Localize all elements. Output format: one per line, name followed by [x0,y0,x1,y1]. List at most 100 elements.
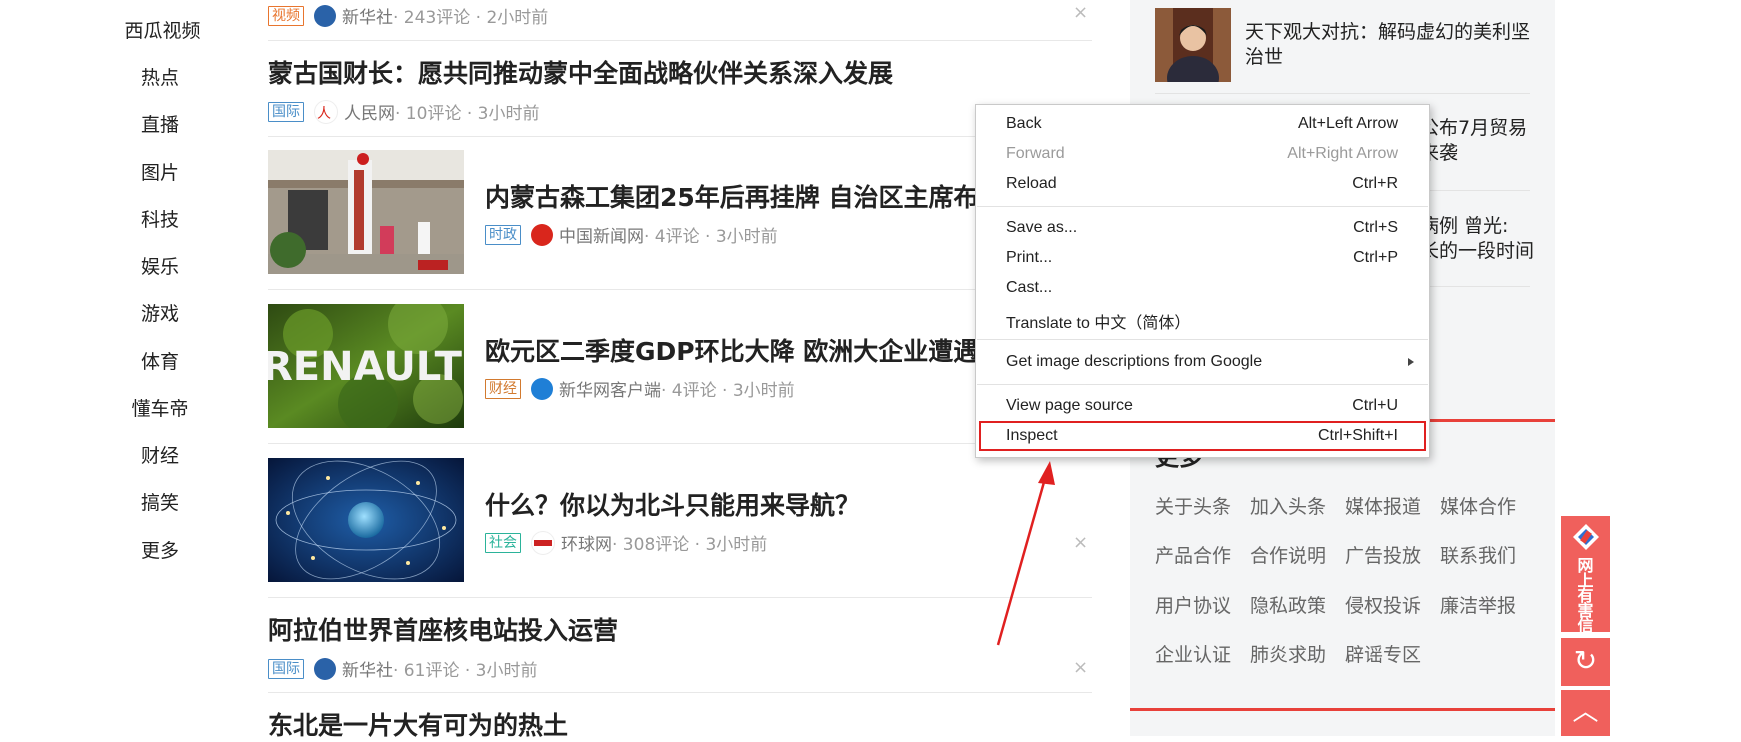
menu-item-view-source[interactable]: View page source Ctrl+U [977,391,1428,421]
article-title[interactable]: 欧元区二季度GDP环比大降 欧洲大企业遭遇 [485,332,978,368]
nav-item-sports[interactable]: 体育 [105,347,215,374]
nav-item-hot[interactable]: 热点 [105,63,215,90]
source-name[interactable]: 环球网 [561,530,612,555]
source-avatar: 人 [314,99,338,124]
beidou-globe-photo [268,458,464,582]
svg-text:人: 人 [317,106,331,122]
feed-meta: 时政 中国新闻网 · 4评论 · 3小时前 [485,222,778,247]
building-photo [268,150,464,274]
nav-item-live[interactable]: 直播 [105,110,215,137]
footer-link[interactable]: 联系我们 [1440,541,1516,568]
article-thumbnail[interactable] [268,150,464,274]
footer-link[interactable]: 媒体报道 [1345,492,1421,519]
footer-link[interactable]: 媒体合作 [1440,492,1516,519]
article-title[interactable]: 东北是一片大有可为的热土 [268,706,568,742]
divider [1155,93,1530,94]
source-name[interactable]: 新华网客户端 [559,376,661,401]
footer-link[interactable]: 肺炎求助 [1250,640,1326,667]
footer-link[interactable]: 企业认证 [1155,640,1231,667]
footer-link[interactable]: 廉洁举报 [1440,591,1516,618]
meta-info: · 61评论 · 3小时前 [393,661,538,681]
menu-item-print[interactable]: Print... Ctrl+P [977,243,1428,273]
footer-link[interactable]: 侵权投诉 [1345,591,1421,618]
article-title[interactable]: 什么？你以为北斗只能用来导航？ [485,486,860,522]
source-avatar [531,377,553,400]
feed-meta: 社会 环球网 · 308评论 · 3小时前 [485,530,767,555]
speaker-photo [1155,8,1231,100]
source-avatar [531,530,555,555]
sidebar-item-title[interactable]: 病例 曾光: 长的一段时间 [1420,214,1534,264]
dismiss-icon[interactable]: × [1073,657,1088,678]
people-daily-logo-icon: 人 [317,106,331,122]
context-menu: Back Alt+Left Arrow Forward Alt+Right Arro… [975,104,1430,458]
dismiss-icon[interactable]: × [1073,2,1088,23]
menu-item-inspect[interactable]: Inspect Ctrl+Shift+I [979,421,1426,451]
footer-link[interactable]: 辟谣专区 [1345,640,1421,667]
category-tag[interactable]: 财经 [485,378,521,399]
sidebar-item-thumbnail[interactable] [1155,8,1231,100]
nav-item-ent[interactable]: 娱乐 [105,252,215,279]
menu-item-reload[interactable]: Reload Ctrl+R [977,169,1428,199]
chevron-up-icon: ︿ [1572,697,1599,727]
nav-item-finance[interactable]: 财经 [105,441,215,468]
nav-item-cars[interactable]: 懂车帝 [105,394,215,421]
source-name[interactable]: 新华社 [342,3,393,28]
sidebar-item-title[interactable]: 公布7月贸易 来袭 [1420,116,1527,166]
nav-item-images[interactable]: 图片 [105,158,215,185]
nav-item-games[interactable]: 游戏 [105,299,215,326]
footer-link[interactable]: 广告投放 [1345,541,1421,568]
divider [268,289,1092,290]
divider [268,40,1092,41]
category-tag[interactable]: 时政 [485,224,521,245]
menu-item-save-as[interactable]: Save as... Ctrl+S [977,213,1428,243]
menu-item-translate[interactable]: Translate to 中文（简体） [977,303,1428,333]
meta-info: · 4评论 · 3小时前 [661,381,795,401]
menu-separator [977,384,1428,385]
menu-item-cast[interactable]: Cast... [977,273,1428,303]
nav-item-tech[interactable]: 科技 [105,205,215,232]
footer-link[interactable]: 用户协议 [1155,591,1231,618]
nav-item-xigua[interactable]: 西瓜视频 [105,16,220,43]
article-thumbnail[interactable] [268,458,464,582]
footer-link[interactable]: 合作说明 [1250,541,1326,568]
source-name[interactable]: 中国新闻网 [559,222,644,247]
article-title[interactable]: 蒙古国财长：愿共同推动蒙中全面战略伙伴关系深入发展 [268,54,893,90]
article-thumbnail[interactable]: RENAULT [268,304,464,428]
submenu-arrow-icon [1408,358,1414,366]
article-title[interactable]: 内蒙古森工集团25年后再挂牌 自治区主席布 [485,178,979,214]
footer-link[interactable]: 隐私政策 [1250,591,1326,618]
category-tag[interactable]: 社会 [485,532,521,553]
meta-info: · 4评论 · 3小时前 [644,227,778,247]
menu-separator [977,339,1428,340]
meta-info: · 10评论 · 3小时前 [395,104,540,124]
divider [268,692,1092,693]
footer-link[interactable]: 关于头条 [1155,492,1231,519]
report-harmful-info-button[interactable]: 网上有害信息举报 [1561,516,1610,679]
footer-link[interactable]: 加入头条 [1250,492,1326,519]
nav-item-funny[interactable]: 搞笑 [105,488,215,515]
back-to-top-button[interactable]: ︿ [1561,690,1610,736]
source-name[interactable]: 新华社 [342,656,393,681]
source-avatar [314,4,336,27]
category-tag[interactable]: 国际 [268,658,304,679]
menu-item-forward: Forward Alt+Right Arrow [1006,145,1398,162]
source-name[interactable]: 人民网 [344,99,395,124]
source-avatar [531,223,553,246]
divider [268,443,1092,444]
menu-item-back[interactable]: Back Alt+Left Arrow [977,109,1428,139]
nav-item-more[interactable]: 更多 [105,536,215,563]
category-tag[interactable]: 国际 [268,101,304,122]
report-logo-icon [1572,524,1599,550]
refresh-button[interactable]: ↻ [1561,638,1610,686]
article-title[interactable]: 阿拉伯世界首座核电站投入运营 [268,611,618,647]
annotation-arrow-icon [996,461,1055,646]
menu-item-image-descriptions[interactable]: Get image descriptions from Google [977,347,1428,377]
feed-meta: 国际 人 人民网 · 10评论 · 3小时前 [268,99,539,124]
feed-meta: 国际 新华社 · 61评论 · 3小时前 [268,656,537,681]
sidebar-item-title[interactable]: 天下观大对抗：解码虚幻的美利坚治世 [1245,20,1535,70]
renault-photo: RENAULT [268,304,464,428]
category-tag[interactable]: 视频 [268,5,304,26]
footer-link[interactable]: 产品合作 [1155,541,1231,568]
section-rule [1130,708,1555,711]
divider [268,597,1092,598]
